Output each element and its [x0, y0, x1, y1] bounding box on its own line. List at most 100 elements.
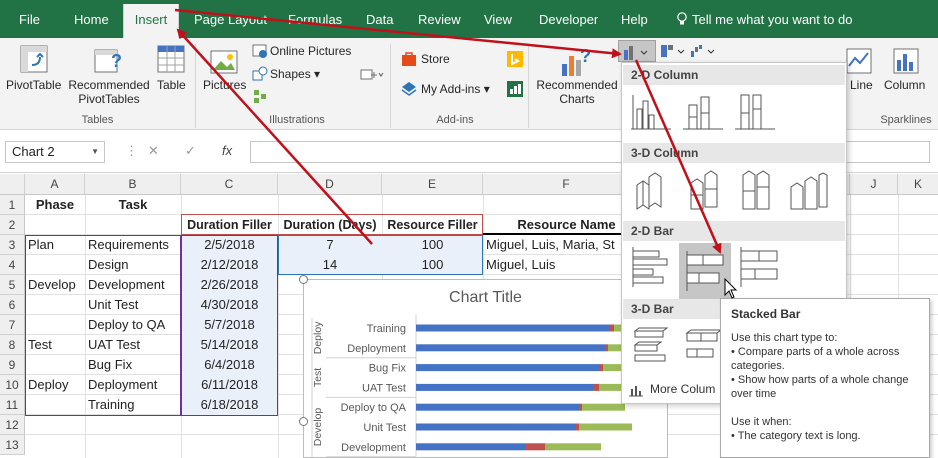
- pictures-button[interactable]: Pictures: [203, 78, 246, 92]
- column-header-d[interactable]: D: [278, 174, 382, 195]
- pivottable-button[interactable]: PivotTable: [6, 78, 61, 92]
- cell-b7[interactable]: Deploy to QA: [85, 315, 181, 335]
- cell-b9[interactable]: Bug Fix: [85, 355, 181, 375]
- insert-function-button[interactable]: fx: [222, 143, 232, 158]
- clustered-column-icon[interactable]: [629, 89, 673, 133]
- select-all-corner[interactable]: [0, 174, 25, 195]
- cell-d4[interactable]: 14: [278, 255, 382, 275]
- tab-data[interactable]: Data: [366, 0, 393, 38]
- row-header-11[interactable]: 11: [0, 395, 25, 415]
- column-header-j[interactable]: J: [850, 174, 898, 195]
- cell-a10[interactable]: Deploy: [25, 375, 85, 395]
- column-header-k[interactable]: K: [898, 174, 938, 195]
- resize-handle[interactable]: [299, 275, 308, 284]
- 3d-clustered-bar-icon[interactable]: [629, 323, 673, 367]
- screenshot-icon[interactable]: [360, 68, 384, 82]
- row-header-3[interactable]: 3: [0, 235, 25, 255]
- insert-column-bar-chart-button[interactable]: [618, 40, 656, 62]
- online-pictures-button[interactable]: Online Pictures: [270, 44, 351, 58]
- waterfall-chart-icon[interactable]: [690, 43, 718, 59]
- 3d-100-stacked-column-icon[interactable]: [733, 167, 777, 211]
- cell-b3[interactable]: Requirements: [85, 235, 181, 255]
- cell-c6[interactable]: 4/30/2018: [181, 295, 278, 315]
- people-graph-icon[interactable]: [507, 81, 523, 97]
- cell-c7[interactable]: 5/7/2018: [181, 315, 278, 335]
- cell-a1[interactable]: Phase: [25, 195, 85, 215]
- cell-c8[interactable]: 5/14/2018: [181, 335, 278, 355]
- my-addins-button[interactable]: My Add-ins ▾: [421, 82, 490, 96]
- 3d-column-icon[interactable]: [785, 167, 829, 211]
- row-header-8[interactable]: 8: [0, 335, 25, 355]
- cell-c9[interactable]: 6/4/2018: [181, 355, 278, 375]
- row-header-1[interactable]: 1: [0, 195, 25, 215]
- hierarchy-chart-icon[interactable]: [660, 43, 688, 59]
- store-button[interactable]: Store: [421, 52, 450, 66]
- 3d-clustered-column-icon[interactable]: [629, 167, 673, 211]
- tab-help[interactable]: Help: [621, 0, 648, 38]
- cell-d3[interactable]: 7: [278, 235, 382, 255]
- row-header-13[interactable]: 13: [0, 435, 25, 455]
- name-box[interactable]: Chart 2 ▼: [5, 141, 105, 163]
- shapes-button[interactable]: Shapes ▾: [270, 67, 320, 81]
- bing-maps-icon[interactable]: [507, 51, 523, 67]
- 100-stacked-bar-icon[interactable]: [737, 245, 781, 289]
- row-header-6[interactable]: 6: [0, 295, 25, 315]
- cell-b5[interactable]: Development: [85, 275, 181, 295]
- cell-c5[interactable]: 2/26/2018: [181, 275, 278, 295]
- cell-c3[interactable]: 2/5/2018: [181, 235, 278, 255]
- 3d-stacked-bar-icon[interactable]: [681, 323, 725, 367]
- cell-b6[interactable]: Unit Test: [85, 295, 181, 315]
- column-header-e[interactable]: E: [382, 174, 483, 195]
- cell-b8[interactable]: UAT Test: [85, 335, 181, 355]
- column-header-a[interactable]: A: [25, 174, 85, 195]
- recommended-pivottables-button[interactable]: Recommended PivotTables: [68, 78, 150, 106]
- cell-a3[interactable]: Plan: [25, 235, 85, 255]
- tell-me-search[interactable]: Tell me what you want to do: [692, 0, 852, 38]
- tab-page-layout[interactable]: Page Layout: [194, 0, 267, 38]
- cell-d2[interactable]: Duration (Days): [278, 215, 382, 235]
- tab-home[interactable]: Home: [74, 0, 109, 38]
- cell-b11[interactable]: Training: [85, 395, 181, 415]
- cell-f4[interactable]: Miguel, Luis: [483, 255, 623, 275]
- tab-review[interactable]: Review: [418, 0, 461, 38]
- recommended-charts-button[interactable]: Recommended Charts: [535, 78, 619, 106]
- cell-c10[interactable]: 6/11/2018: [181, 375, 278, 395]
- row-header-5[interactable]: 5: [0, 275, 25, 295]
- cell-a5[interactable]: Develop: [25, 275, 85, 295]
- cell-b1[interactable]: Task: [85, 195, 181, 215]
- cell-e3[interactable]: 100: [382, 235, 483, 255]
- stacked-column-icon[interactable]: [681, 89, 725, 133]
- 100-stacked-column-icon[interactable]: [733, 89, 777, 133]
- enter-icon[interactable]: ✓: [185, 143, 196, 159]
- cell-b10[interactable]: Deployment: [85, 375, 181, 395]
- cancel-icon[interactable]: ✕: [148, 143, 159, 159]
- row-header-4[interactable]: 4: [0, 255, 25, 275]
- clustered-bar-icon[interactable]: [629, 245, 673, 289]
- stacked-bar-chart[interactable]: Chart Title Deploy Test Develop Training Dep…: [303, 279, 668, 458]
- cell-e4[interactable]: 100: [382, 255, 483, 275]
- column-header-c[interactable]: C: [181, 174, 278, 195]
- tab-formulas[interactable]: Formulas: [288, 0, 342, 38]
- cell-e2[interactable]: Resource Filler: [382, 215, 483, 235]
- 3d-stacked-column-icon[interactable]: [681, 167, 725, 211]
- tab-developer[interactable]: Developer: [539, 0, 598, 38]
- row-header-12[interactable]: 12: [0, 415, 25, 435]
- tab-file[interactable]: File: [19, 0, 40, 38]
- resize-handle[interactable]: [299, 417, 308, 426]
- cell-a8[interactable]: Test: [25, 335, 85, 355]
- cell-f3[interactable]: Miguel, Luis, Maria, St: [483, 235, 623, 255]
- sparkline-line-button[interactable]: Line: [850, 78, 873, 92]
- column-header-b[interactable]: B: [85, 174, 181, 195]
- sparkline-column-button[interactable]: Column: [884, 78, 925, 92]
- row-header-9[interactable]: 9: [0, 355, 25, 375]
- cell-c11[interactable]: 6/18/2018: [181, 395, 278, 415]
- row-header-7[interactable]: 7: [0, 315, 25, 335]
- row-header-2[interactable]: 2: [0, 215, 25, 235]
- tab-insert[interactable]: Insert: [123, 4, 179, 38]
- cell-c2[interactable]: Duration Filler: [181, 215, 278, 235]
- row-header-10[interactable]: 10: [0, 375, 25, 395]
- cell-c4[interactable]: 2/12/2018: [181, 255, 278, 275]
- tab-view[interactable]: View: [484, 0, 512, 38]
- table-button[interactable]: Table: [157, 78, 186, 92]
- cell-b4[interactable]: Design: [85, 255, 181, 275]
